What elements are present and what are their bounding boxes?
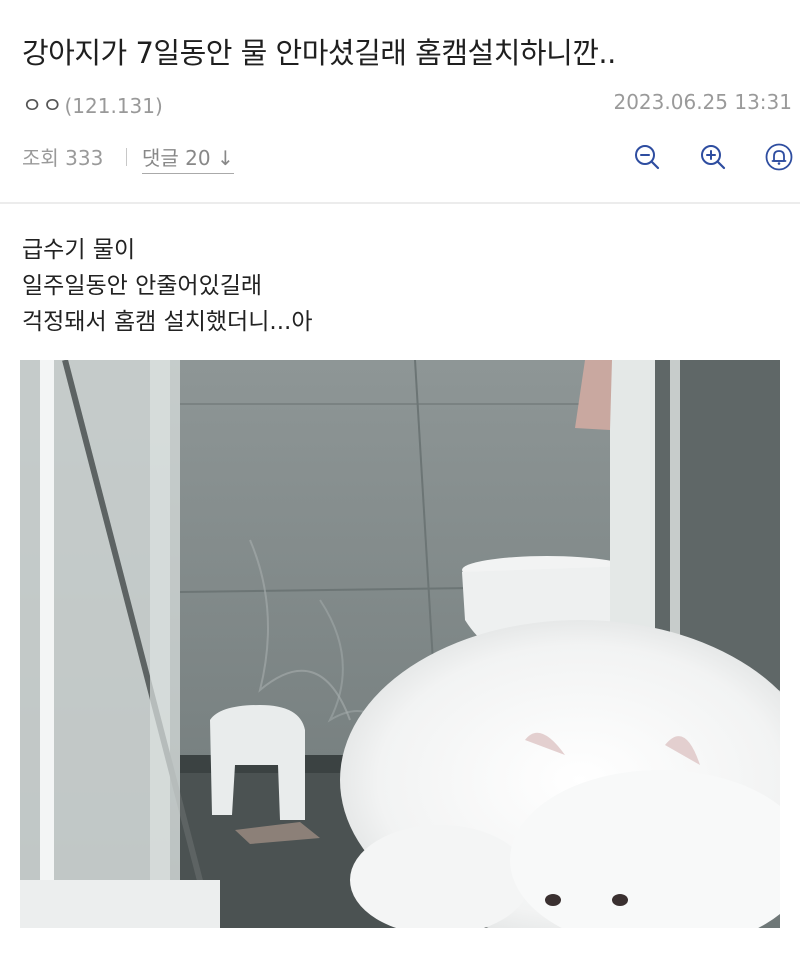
meta-row: 조회 333 댓글 20 ↓ (22, 140, 793, 180)
post-body: 급수기 물이 일주일동안 안줄어있길래 걱정돼서 홈캠 설치했더니...아 (22, 232, 782, 340)
notification-button[interactable] (762, 140, 796, 174)
body-line: 일주일동안 안줄어있길래 (22, 273, 263, 299)
author-row: ㅇㅇ (121.131) 2023.06.25 13:31 (22, 88, 792, 122)
comment-count: 댓글 20 (142, 146, 211, 170)
post-header: 강아지가 7일동안 물 안마셨길래 홈캠설치하니깐.. ㅇㅇ (121.131) … (0, 0, 800, 203)
post-date: 2023.06.25 13:31 (613, 90, 792, 114)
down-arrow-icon: ↓ (216, 146, 234, 170)
author[interactable]: ㅇㅇ (121.131) (22, 88, 163, 120)
author-ip: (121.131) (64, 94, 163, 118)
zoom-in-icon (701, 145, 726, 170)
meta-divider (126, 148, 127, 166)
body-line: 급수기 물이 (22, 237, 136, 263)
door-frame (610, 360, 655, 660)
post-title: 강아지가 7일동안 물 안마셨길래 홈캠설치하니깐.. (22, 36, 616, 70)
author-name: ㅇㅇ (22, 94, 63, 119)
zoom-out-icon (635, 145, 660, 170)
comment-count-link[interactable]: 댓글 20 ↓ (142, 142, 234, 174)
homecam-photo (20, 360, 780, 928)
body-line: 걱정돼서 홈캠 설치했더니...아 (22, 309, 313, 335)
view-count: 조회 333 (22, 146, 104, 170)
bell-icon (765, 143, 793, 171)
zoom-out-button[interactable] (630, 140, 664, 174)
header-divider (0, 202, 800, 204)
zoom-in-button[interactable] (696, 140, 730, 174)
post-photo[interactable] (20, 360, 780, 928)
